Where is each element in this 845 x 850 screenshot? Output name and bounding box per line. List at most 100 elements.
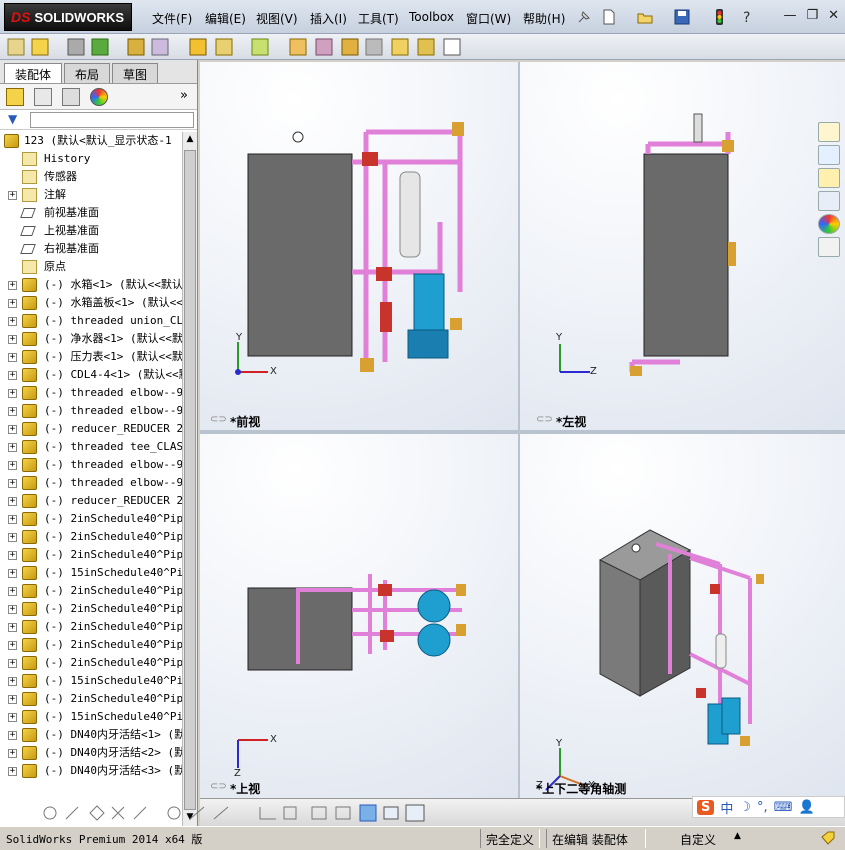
expand-toggle-icon[interactable]: + (8, 731, 17, 740)
tree-item[interactable]: 右视基准面 (0, 240, 182, 258)
tree-item[interactable]: + (-) 15inSchedule40^Pipe (0, 564, 182, 582)
viewport-horizontal-divider[interactable] (200, 430, 845, 434)
display-manager-icon[interactable] (90, 88, 108, 106)
viewport-left[interactable]: Y Z ⊂⊃ *左视 (520, 62, 845, 430)
expand-toggle-icon[interactable]: + (8, 371, 17, 380)
keyboard-icon[interactable]: ⌨ (774, 800, 793, 815)
expand-toggle-icon[interactable]: + (8, 551, 17, 560)
expand-toggle-icon[interactable]: + (8, 713, 17, 722)
rebuild-traffic-light-icon[interactable] (710, 8, 728, 26)
punctuation-icon[interactable]: °, (757, 800, 768, 815)
tree-item[interactable]: + (-) DN40内牙活结<3> (默 (0, 762, 182, 780)
viewport-isometric[interactable]: Y X Z *上下二等角轴测 (520, 434, 845, 798)
expand-toggle-icon[interactable]: + (8, 407, 17, 416)
expand-toggle-icon[interactable]: + (8, 353, 17, 362)
tree-item[interactable]: + (-) threaded elbow--90d (0, 402, 182, 420)
expand-toggle-icon[interactable]: + (8, 533, 17, 542)
expand-toggle-icon[interactable]: + (8, 479, 17, 488)
new-document-icon[interactable] (600, 8, 618, 26)
display-mode-icons[interactable] (240, 799, 480, 827)
pin-icon[interactable] (575, 8, 593, 26)
expand-toggle-icon[interactable]: + (8, 191, 17, 200)
expand-toggle-icon[interactable]: + (8, 767, 17, 776)
expand-toggle-icon[interactable]: + (8, 425, 17, 434)
tree-item[interactable]: + (-) 15inSchedule40^Pipe (0, 672, 182, 690)
tree-item[interactable]: + (-) threaded tee_CLASS (0, 438, 182, 456)
tree-item[interactable]: + (-) 水箱盖板<1> (默认<< (0, 294, 182, 312)
expand-panel-icon[interactable]: » (180, 88, 188, 103)
expand-toggle-icon[interactable]: + (8, 299, 17, 308)
tree-item[interactable]: + (-) 2inSchedule40^Pipe_ (0, 546, 182, 564)
expand-toggle-icon[interactable]: + (8, 389, 17, 398)
expand-toggle-icon[interactable]: + (8, 281, 17, 290)
expand-toggle-icon[interactable]: + (8, 749, 17, 758)
tab-layout[interactable]: 布局 (64, 63, 111, 83)
tree-item[interactable]: + (-) 2inSchedule40^Pipe_ (0, 636, 182, 654)
expand-toggle-icon[interactable]: + (8, 641, 17, 650)
tree-item[interactable]: + (-) 净水器<1> (默认<<默 (0, 330, 182, 348)
tree-item[interactable]: + (-) reducer_REDUCER 2 x (0, 492, 182, 510)
sketch-tools-icons[interactable] (0, 799, 240, 827)
menu-file[interactable]: 文件(F) (152, 10, 192, 27)
half-width-icon[interactable]: ☽ (739, 800, 751, 815)
filter-icon[interactable]: ▼ (8, 112, 17, 126)
tree-item[interactable]: + (-) threaded elbow--90d (0, 456, 182, 474)
file-explorer-icon[interactable] (818, 168, 840, 188)
menu-help[interactable]: 帮助(H) (523, 10, 565, 27)
tree-item[interactable]: + (-) 2inSchedule40^Pipe_ (0, 654, 182, 672)
tree-item[interactable]: History (0, 150, 182, 168)
tree-root[interactable]: 123 (默认<默认_显示状态-1 (0, 132, 182, 150)
home-icon[interactable] (818, 122, 840, 142)
design-library-icon[interactable] (818, 145, 840, 165)
tree-item[interactable]: + (-) reducer_REDUCER 2 x (0, 420, 182, 438)
expand-toggle-icon[interactable]: + (8, 659, 17, 668)
expand-toggle-icon[interactable]: + (8, 335, 17, 344)
view-palette-icon[interactable] (818, 191, 840, 211)
tree-item[interactable]: + (-) CDL4-4<1> (默认<<默 (0, 366, 182, 384)
tree-item[interactable]: 前视基准面 (0, 204, 182, 222)
menu-insert[interactable]: 插入(I) (310, 10, 347, 27)
scroll-thumb[interactable] (184, 150, 196, 810)
menu-edit[interactable]: 编辑(E) (205, 10, 246, 27)
user-icon[interactable]: 👤 (798, 800, 814, 815)
expand-toggle-icon[interactable]: + (8, 443, 17, 452)
tab-assembly[interactable]: 装配体 (4, 63, 63, 83)
help-icon[interactable]: ? (738, 8, 756, 26)
tree-item[interactable]: + (-) DN40内牙活结<2> (默 (0, 744, 182, 762)
graphics-area[interactable]: ▣ ▣ — ❐ ✕ Y X ⊂⊃ *前视 (200, 62, 845, 798)
expand-toggle-icon[interactable]: + (8, 677, 17, 686)
expand-toggle-icon[interactable]: + (8, 623, 17, 632)
tree-item[interactable]: 上视基准面 (0, 222, 182, 240)
tag-icon[interactable] (820, 831, 836, 848)
toolbar-icons[interactable] (0, 34, 470, 60)
custom-properties-icon[interactable] (818, 237, 840, 257)
tree-item[interactable]: + (-) DN40内牙活结<1> (默 (0, 726, 182, 744)
solidworks-logo[interactable]: DS SOLIDWORKS (4, 3, 132, 31)
restore-icon[interactable]: ❐ (806, 8, 818, 23)
tree-item[interactable]: + (-) 15inSchedule40^Pipe (0, 708, 182, 726)
expand-toggle-icon[interactable]: + (8, 605, 17, 614)
tree-item[interactable]: + (-) threaded elbow--90d (0, 384, 182, 402)
units-arrow-icon[interactable]: ▲ (734, 831, 741, 841)
expand-toggle-icon[interactable]: + (8, 587, 17, 596)
open-folder-icon[interactable] (636, 8, 654, 26)
expand-toggle-icon[interactable]: + (8, 515, 17, 524)
tree-item[interactable]: + (-) 2inSchedule40^Pipe_ (0, 690, 182, 708)
tree-item[interactable]: 原点 (0, 258, 182, 276)
tree-item[interactable]: + 注解 (0, 186, 182, 204)
tree-item[interactable]: + (-) threaded union_CLAS (0, 312, 182, 330)
scroll-up-arrow-icon[interactable]: ▲ (184, 134, 196, 146)
tree-item[interactable]: + (-) 压力表<1> (默认<<默 (0, 348, 182, 366)
tree-item[interactable]: + (-) 2inSchedule40^Pipe_ (0, 600, 182, 618)
ime-mode-label[interactable]: 中 (720, 798, 733, 817)
menu-window[interactable]: 窗口(W) (466, 10, 511, 27)
expand-toggle-icon[interactable]: + (8, 497, 17, 506)
ime-toolbar[interactable]: S 中 ☽ °, ⌨ 👤 (692, 796, 845, 818)
viewport-top[interactable]: X Z ⊂⊃ *上视 (200, 434, 518, 798)
feature-tree-icon[interactable] (6, 88, 24, 106)
menu-view[interactable]: 视图(V) (256, 10, 298, 27)
tab-sketch[interactable]: 草图 (112, 63, 159, 83)
tree-item[interactable]: + (-) 2inSchedule40^Pipe_ (0, 510, 182, 528)
sogou-icon[interactable]: S (697, 799, 715, 815)
menu-toolbox[interactable]: Toolbox (409, 10, 454, 24)
